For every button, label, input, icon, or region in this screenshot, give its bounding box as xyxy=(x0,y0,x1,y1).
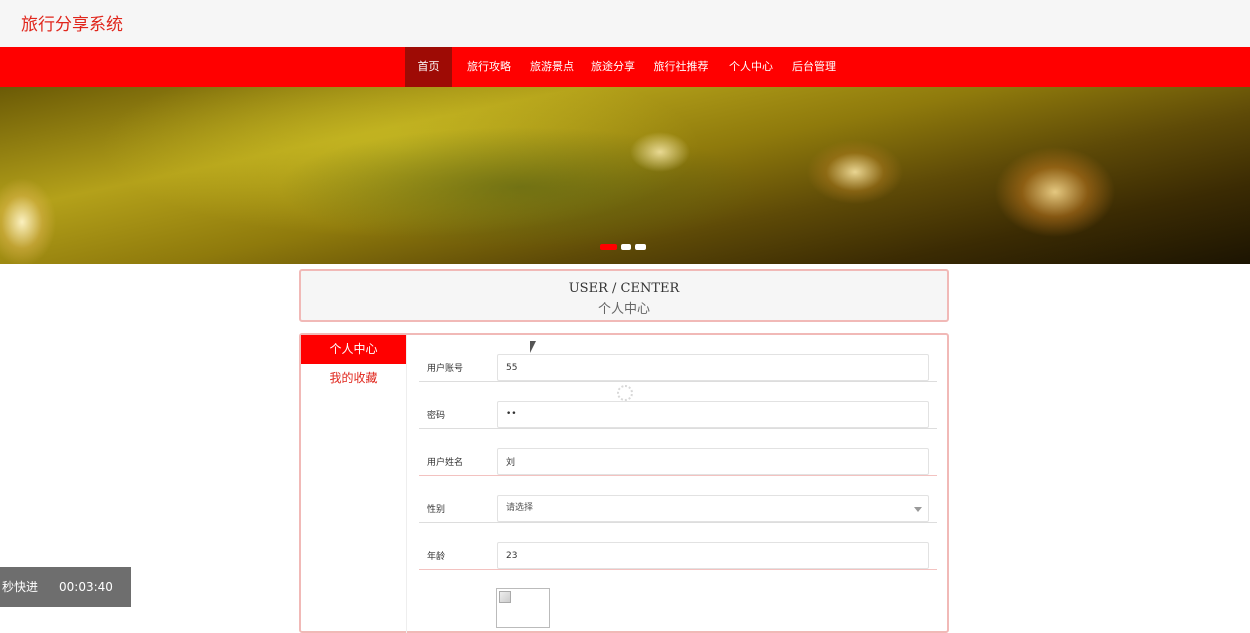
nav-item-user-center[interactable]: 个人中心 xyxy=(722,47,780,87)
user-center-title-cn: 个人中心 xyxy=(597,302,650,317)
user-center-title-en: USER / CENTER xyxy=(568,281,680,296)
form-row-name: 用户姓名 xyxy=(419,429,937,476)
playback-timer-overlay: 秒快进 00:03:40 xyxy=(0,567,131,607)
gender-label: 性别 xyxy=(427,505,446,515)
nav-item-admin[interactable]: 后台管理 xyxy=(786,47,842,87)
nav-item-travel-agencies[interactable]: 旅行社推荐 xyxy=(647,47,715,87)
gender-select[interactable]: 请选择 xyxy=(497,495,929,522)
loading-spinner-icon xyxy=(617,385,633,401)
gender-select-value: 请选择 xyxy=(506,503,534,513)
nav-item-home[interactable]: 首页 xyxy=(405,47,452,87)
password-label: 密码 xyxy=(427,411,446,421)
timer-time: 00:03:40 xyxy=(59,580,113,594)
name-label: 用户姓名 xyxy=(427,458,464,468)
carousel-dot-3[interactable] xyxy=(635,244,646,250)
fast-forward-label: 秒快进 xyxy=(2,580,39,594)
mouse-cursor-icon xyxy=(530,341,536,353)
profile-form: 用户账号 密码 •• 用户姓名 性别 请选择 年龄 xyxy=(419,335,937,570)
carousel-dot-1[interactable] xyxy=(600,244,617,250)
age-label: 年龄 xyxy=(427,552,446,562)
age-input[interactable] xyxy=(497,542,929,569)
form-row-password: 密码 •• xyxy=(419,382,937,429)
form-row-account: 用户账号 xyxy=(419,335,937,382)
nav-item-trip-sharing[interactable]: 旅途分享 xyxy=(585,47,641,87)
account-input[interactable] xyxy=(497,354,929,381)
password-input[interactable]: •• xyxy=(497,401,929,428)
site-title[interactable]: 旅行分享系统 xyxy=(21,10,123,35)
user-center-header: USER / CENTER 个人中心 xyxy=(299,269,949,322)
sidebar-item-user-center[interactable]: 个人中心 xyxy=(301,335,406,364)
nav-item-scenic-spots[interactable]: 旅游景点 xyxy=(523,47,581,87)
banner-carousel[interactable] xyxy=(0,87,1250,264)
form-row-gender: 性别 请选择 xyxy=(419,476,937,523)
sidebar-item-favorites[interactable]: 我的收藏 xyxy=(301,364,406,393)
top-bar: 旅行分享系统 xyxy=(0,0,1250,47)
chevron-down-icon xyxy=(914,507,922,512)
form-row-age: 年龄 xyxy=(419,523,937,570)
avatar-image[interactable] xyxy=(496,588,550,628)
main-nav: 首页 旅行攻略 旅游景点 旅途分享 旅行社推荐 个人中心 后台管理 xyxy=(0,47,1250,87)
name-input[interactable] xyxy=(497,448,929,475)
user-center-sidebar: 个人中心 我的收藏 xyxy=(301,335,407,633)
nav-item-travel-guides[interactable]: 旅行攻略 xyxy=(460,47,518,87)
carousel-dot-2[interactable] xyxy=(621,244,631,250)
account-label: 用户账号 xyxy=(427,364,464,374)
broken-image-icon xyxy=(499,591,511,603)
user-center-panel: 个人中心 我的收藏 用户账号 密码 •• 用户姓名 性别 请选择 年龄 xyxy=(299,333,949,633)
